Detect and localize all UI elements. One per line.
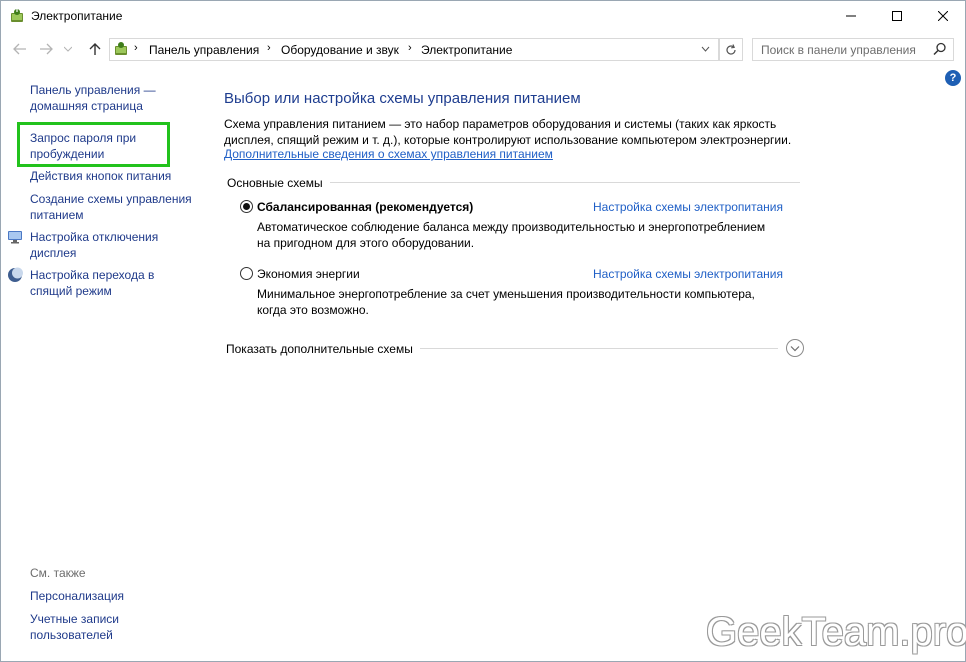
sidebar-item-power-buttons[interactable]: Действия кнопок питания	[30, 168, 171, 184]
plans-group-label: Основные схемы	[227, 176, 323, 190]
group-divider	[330, 182, 800, 183]
highlight-frame	[17, 122, 170, 167]
plan-balanced-description: Автоматическое соблюдение баланса между …	[257, 220, 766, 250]
power-options-icon	[9, 8, 25, 24]
breadcrumb-hardware-sound[interactable]: Оборудование и звук	[281, 43, 399, 57]
address-bar[interactable]: › Панель управления › Оборудование и зву…	[109, 38, 719, 61]
sidebar-item-personalization[interactable]: Персонализация	[30, 588, 124, 604]
show-more-plans-label[interactable]: Показать дополнительные схемы	[226, 342, 413, 356]
sidebar-item-user-accounts[interactable]: Учетные записи пользователей	[30, 611, 119, 643]
breadcrumb-separator: ›	[134, 42, 138, 54]
title-bar[interactable]: Электропитание	[0, 0, 966, 32]
plan-power-saver-radio[interactable]	[240, 267, 253, 280]
show-more-divider	[420, 348, 778, 349]
sidebar-item-control-panel-home[interactable]: Панель управления — домашняя страница	[30, 82, 156, 114]
watermark: GeekTeam.pro	[706, 610, 966, 654]
search-icon[interactable]	[933, 42, 947, 59]
plan-power-saver-settings-link[interactable]: Настройка схемы электропитания	[593, 267, 783, 281]
breadcrumb-power-options[interactable]: Электропитание	[421, 43, 512, 57]
close-button[interactable]	[920, 0, 966, 31]
minimize-button[interactable]	[828, 0, 874, 31]
radio-selected-dot	[243, 203, 250, 210]
control-panel-icon	[113, 41, 129, 60]
plan-balanced-settings-link[interactable]: Настройка схемы электропитания	[593, 200, 783, 214]
sidebar-item-create-plan[interactable]: Создание схемы управления питанием	[30, 191, 192, 223]
see-also-label: См. также	[30, 566, 86, 580]
plan-power-saver-name[interactable]: Экономия энергии	[257, 267, 360, 281]
breadcrumb-control-panel[interactable]: Панель управления	[149, 43, 259, 57]
sidebar-item-sleep[interactable]: Настройка перехода в спящий режим	[30, 267, 154, 299]
refresh-button[interactable]	[719, 38, 743, 61]
help-icon[interactable]: ?	[945, 70, 961, 86]
address-history-chevron-icon[interactable]	[701, 42, 710, 58]
expand-chevron-icon[interactable]	[786, 339, 804, 357]
search-box[interactable]: Поиск в панели управления	[752, 38, 954, 61]
page-description: Схема управления питанием — это набор па…	[224, 117, 792, 147]
breadcrumb-separator: ›	[408, 42, 412, 54]
sidebar-item-display-off[interactable]: Настройка отключения дисплея	[30, 229, 158, 261]
plan-balanced-radio[interactable]	[240, 200, 253, 213]
plan-balanced-name[interactable]: Сбалансированная (рекомендуется)	[257, 200, 473, 214]
search-placeholder[interactable]: Поиск в панели управления	[761, 43, 916, 57]
display-icon	[7, 229, 23, 245]
maximize-button[interactable]	[874, 0, 920, 31]
window-title: Электропитание	[31, 9, 123, 23]
up-button[interactable]	[84, 38, 106, 60]
recent-locations-dropdown[interactable]	[61, 38, 75, 60]
forward-button[interactable]	[35, 38, 57, 60]
plan-power-saver-description: Минимальное энергопотребление за счет ум…	[257, 287, 755, 317]
back-button[interactable]	[9, 38, 31, 60]
more-info-link[interactable]: Дополнительные сведения о схемах управле…	[224, 147, 553, 161]
page-title: Выбор или настройка схемы управления пит…	[224, 90, 581, 107]
sleep-moon-icon	[7, 267, 23, 283]
breadcrumb-separator: ›	[267, 42, 271, 54]
